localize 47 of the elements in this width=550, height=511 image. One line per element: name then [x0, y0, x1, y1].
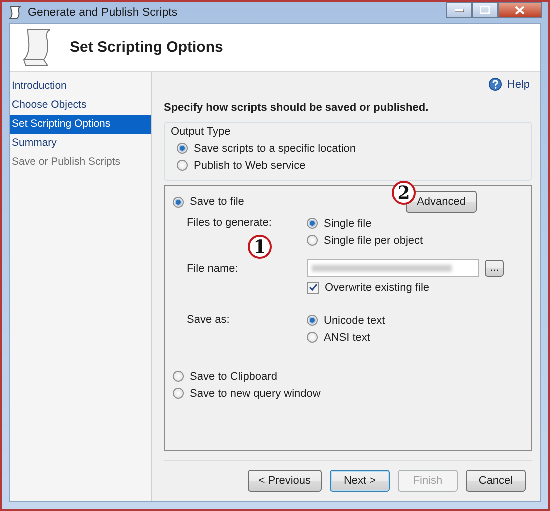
radio-label[interactable]: Save scripts to a specific location [194, 142, 356, 154]
field-label: Save as: [187, 313, 231, 328]
sidebar-item[interactable]: Choose Objects [10, 96, 151, 115]
radio-button[interactable] [177, 160, 188, 171]
wizard-button[interactable]: Next > [330, 470, 390, 492]
sidebar-item[interactable]: Introduction [10, 77, 151, 96]
radio-button[interactable] [177, 143, 188, 154]
sidebar-item[interactable]: Summary [10, 134, 151, 153]
checkbox[interactable] [307, 282, 319, 294]
group-label: Output Type [171, 126, 232, 138]
radio-label[interactable]: Publish to Web service [194, 160, 306, 172]
field-label: File name: [187, 262, 240, 277]
minimize-icon [454, 8, 464, 12]
help-link[interactable]: Help [507, 78, 530, 90]
radio-button[interactable] [307, 218, 318, 229]
maximize-icon [480, 6, 490, 14]
file-name-field[interactable] [307, 259, 479, 277]
radio-label[interactable]: ANSI text [324, 332, 370, 344]
radio-button[interactable] [173, 371, 184, 382]
instruction-text: Specify how scripts should be saved or published. [164, 102, 430, 114]
radio-label[interactable]: Unicode text [324, 314, 386, 326]
radio-button[interactable] [173, 388, 184, 399]
field-label: Files to generate: [187, 216, 273, 231]
minimize-button[interactable] [446, 2, 472, 18]
close-button[interactable] [498, 2, 542, 18]
radio-button[interactable] [173, 196, 184, 208]
radio-label[interactable]: Single file per object [324, 234, 424, 246]
radio-button[interactable] [307, 332, 318, 343]
scroll-icon [8, 6, 22, 20]
sidebar-item[interactable]: Set Scripting Options [10, 115, 151, 134]
browse-button[interactable]: ... [485, 260, 504, 276]
wizard-button[interactable]: < Previous [248, 470, 322, 492]
radio-button[interactable] [307, 235, 318, 246]
wizard-button[interactable]: Cancel [466, 470, 526, 492]
radio-label[interactable]: Single file [324, 218, 372, 230]
callout-number: 2 [392, 181, 416, 205]
maximize-button[interactable] [472, 2, 498, 18]
scroll-icon [22, 28, 52, 68]
help-icon[interactable] [489, 78, 502, 91]
page-title: Set Scripting Options [70, 39, 224, 56]
window-title: Generate and Publish Scripts [28, 6, 178, 18]
radio-label[interactable]: Save to Clipboard [190, 370, 278, 382]
close-icon [515, 6, 525, 14]
checkbox-label[interactable]: Overwrite existing file [325, 282, 430, 294]
radio-button[interactable] [307, 315, 318, 326]
radio-label[interactable]: Save to file [190, 196, 244, 208]
radio-label[interactable]: Save to new query window [190, 388, 321, 400]
